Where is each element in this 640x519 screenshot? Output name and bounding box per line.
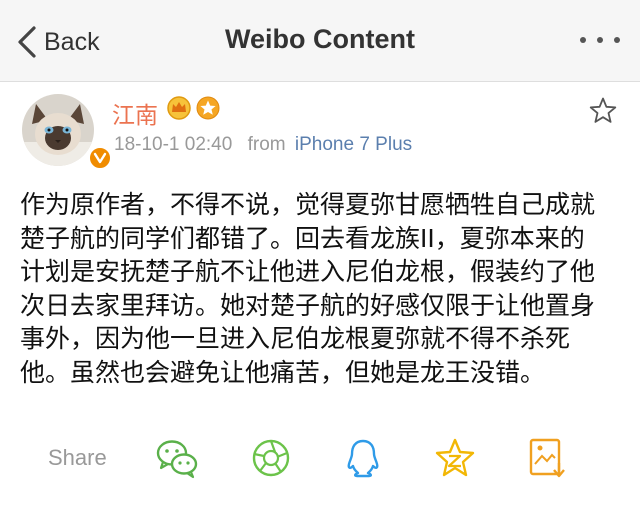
post-source-link[interactable]: iPhone 7 Plus [295,134,412,155]
more-options-button[interactable] [580,28,620,52]
page-title: Weibo Content [225,24,415,54]
favorite-star-icon[interactable] [588,96,618,126]
post-timestamp: 18-10-1 02:40 [114,134,233,155]
cat-avatar-image [22,94,94,166]
verified-badge-icon [88,146,112,170]
share-bar: Share [0,425,640,489]
post-text-line: 次日去家里拜访。她对楚子航的好感仅限于让他置身 [20,290,596,320]
post-text-line: 事外，因为他一旦进入尼伯龙根夏弥就不得不杀死 [20,324,571,353]
dot-icon [597,37,603,43]
author-name[interactable]: 江南 [112,96,158,130]
dot-icon [580,37,586,43]
star-badge-icon [196,96,220,120]
save-image-icon[interactable] [524,437,570,479]
navigation-bar: Back Weibo Content [0,0,640,82]
moments-icon[interactable] [248,437,294,479]
dot-icon [614,37,620,43]
post-text-line: 他。虽然也会避免让他痛苦，但她是龙王没错。 [20,357,546,387]
wechat-icon[interactable] [154,437,200,479]
avatar[interactable] [22,94,112,170]
qq-icon[interactable] [340,437,386,479]
post-meta: 18-10-1 02:40 from iPhone 7 Plus [114,134,412,156]
post-text-line: 作为原作者，不得不说，觉得夏弥甘愿牺牲自己成就 [20,190,596,219]
share-label: Share [48,445,107,470]
post-text-line: 楚子航的同学们都错了。回去看龙族II，夏弥本来的 [20,223,585,253]
post-text-line: 计划是安抚楚子航不让他进入尼伯龙根，假装约了他 [20,257,596,286]
crown-icon [167,96,191,120]
from-label: from [247,134,286,155]
qzone-icon[interactable] [432,437,478,479]
post-header: 江南 18-10-1 02:40 from iPhone 7 Plus [0,82,640,172]
post-body: 作为原作者，不得不说，觉得夏弥甘愿牺牲自己成就 楚子航的同学们都错了。回去看龙族… [20,188,624,389]
